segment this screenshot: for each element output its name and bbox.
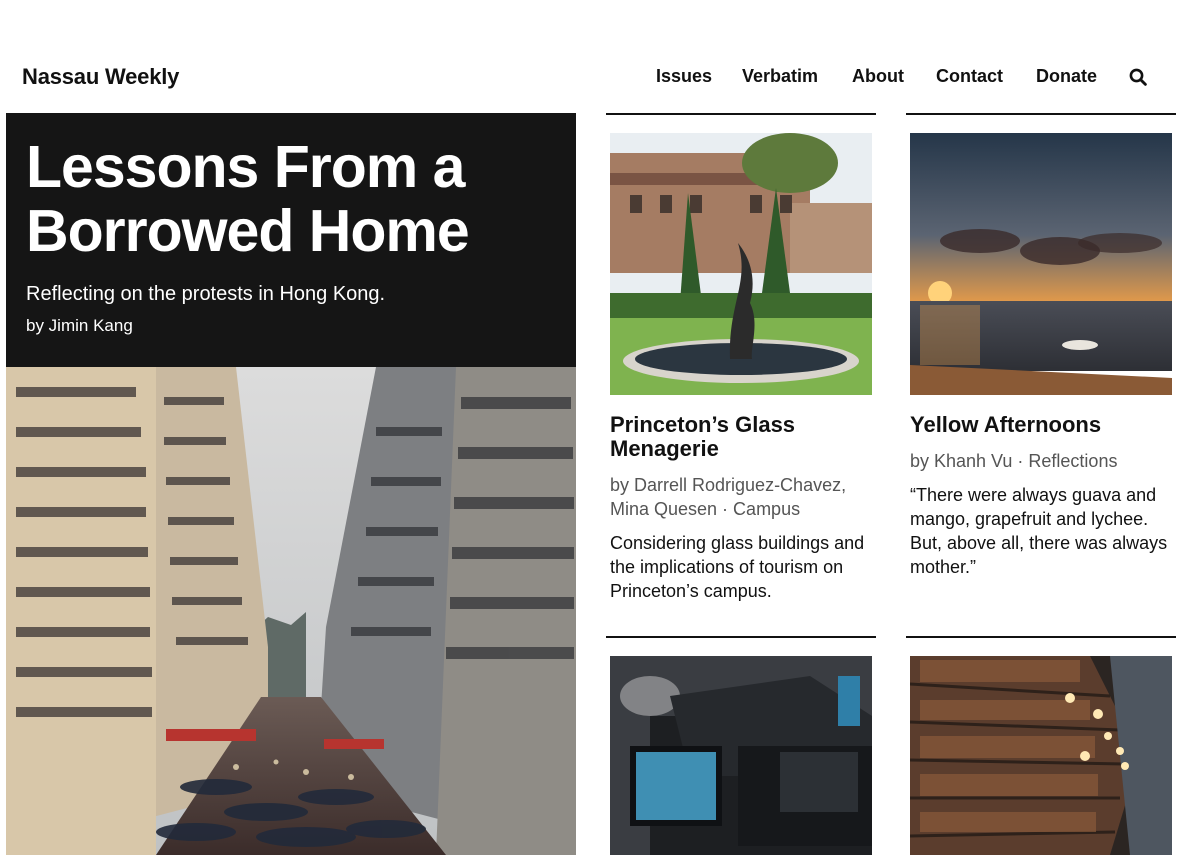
hero-dek: Reflecting on the protests in Hong Kong.	[26, 283, 386, 305]
card-image[interactable]	[610, 656, 872, 855]
hero-article[interactable]: Lessons From a Borrowed Home Reflecting …	[6, 113, 576, 855]
hero-image[interactable]	[6, 367, 576, 855]
card-title[interactable]: Princeton’s Glass Menagerie	[610, 413, 872, 461]
hero-byline[interactable]: by Jimin Kang	[26, 316, 556, 336]
hero-text-panel: Lessons From a Borrowed Home Reflecting …	[6, 113, 576, 367]
nav-verbatim[interactable]: Verbatim	[742, 66, 818, 87]
card-byline: by Darrell Rodriguez-Chavez, Mina Quesen…	[610, 475, 847, 519]
main-nav: Issues Verbatim About Contact Donate	[0, 66, 1180, 90]
hero-title[interactable]: Lessons From a Borrowed Home	[26, 135, 546, 263]
card-divider	[606, 113, 876, 115]
article-card-3[interactable]	[606, 636, 876, 855]
article-card-4[interactable]	[906, 636, 1176, 855]
card-image[interactable]	[910, 656, 1172, 855]
card-byline: by Khanh Vu · Reflections	[910, 451, 1118, 471]
nav-contact[interactable]: Contact	[936, 66, 1003, 87]
card-divider	[606, 636, 876, 638]
card-divider	[906, 636, 1176, 638]
search-icon[interactable]	[1129, 68, 1147, 86]
card-title[interactable]: Yellow Afternoons	[910, 413, 1172, 437]
card-divider	[906, 113, 1176, 115]
article-card-yellow-afternoons[interactable]: Yellow Afternoons by Khanh Vu · Reflecti…	[906, 113, 1176, 577]
nav-issues[interactable]: Issues	[656, 66, 712, 87]
card-image[interactable]	[910, 133, 1172, 395]
card-dek: Considering glass buildings and the impl…	[610, 533, 865, 601]
article-card-glass-menagerie[interactable]: Princeton’s Glass Menagerie by Darrell R…	[606, 113, 876, 601]
card-image[interactable]	[610, 133, 872, 395]
nav-donate[interactable]: Donate	[1036, 66, 1097, 87]
card-dek: “There were always guava and mango, grap…	[910, 485, 1168, 577]
nav-about[interactable]: About	[852, 66, 904, 87]
